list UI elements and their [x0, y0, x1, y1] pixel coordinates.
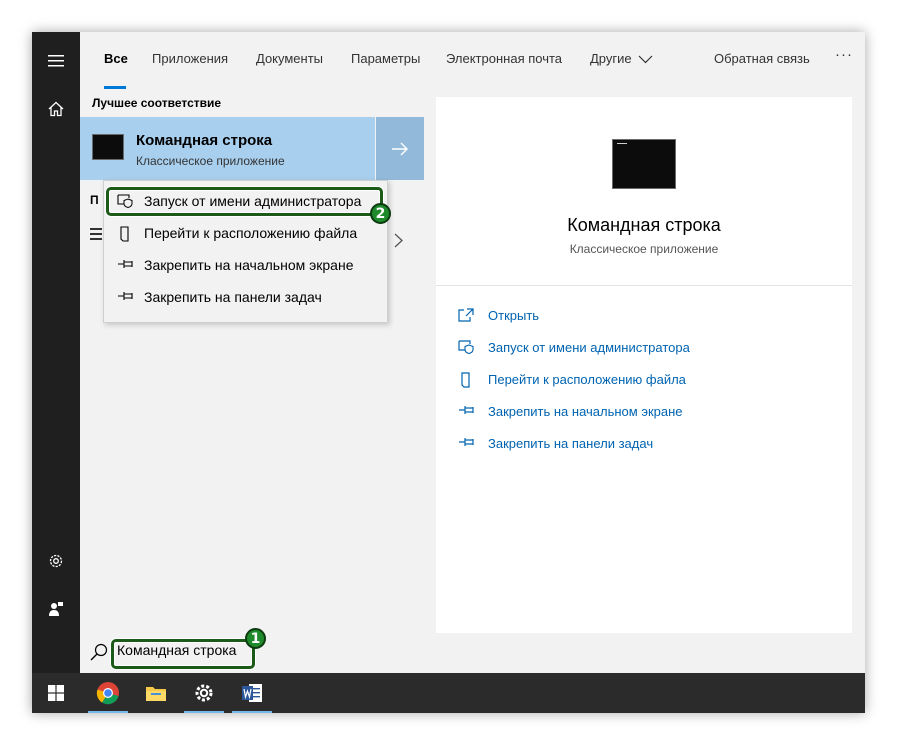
tab-more-dropdown[interactable]: Другие	[590, 51, 653, 66]
tab-all[interactable]: Все	[104, 51, 128, 66]
step-badge-1: 1	[245, 628, 266, 649]
start-button[interactable]	[32, 673, 80, 713]
hamburger-menu-button[interactable]	[32, 37, 80, 85]
pin-icon	[118, 292, 133, 300]
step-badge-2: 2	[370, 203, 391, 224]
feedback-link[interactable]: Обратная связь	[714, 51, 810, 66]
running-indicator	[88, 711, 128, 713]
gear-icon	[49, 554, 63, 568]
taskbar-chrome[interactable]	[84, 673, 132, 713]
action-open-label: Открыть	[488, 308, 540, 323]
taskbar-file-explorer[interactable]	[132, 673, 180, 713]
menu-item-label: Перейти к расположению файла	[144, 225, 358, 241]
preview-title: Командная строка	[567, 215, 721, 235]
user-feedback-icon	[49, 602, 63, 616]
search-icon	[90, 643, 108, 661]
running-indicator	[232, 711, 272, 713]
section-heading-partial: П	[90, 193, 99, 207]
pin-icon	[118, 260, 133, 268]
search-window: Все Приложения Документы Параметры Элект…	[32, 32, 865, 713]
arrow-right-icon	[392, 142, 408, 155]
command-prompt-large-icon	[612, 139, 676, 189]
word-icon	[242, 684, 262, 702]
filter-tabs: Все Приложения Документы Параметры Элект…	[80, 32, 865, 89]
windows-logo-icon	[48, 685, 64, 701]
home-icon	[48, 101, 64, 117]
pin-icon	[459, 438, 474, 446]
menu-item-pin-start[interactable]: Закрепить на начальном экране	[104, 250, 387, 280]
menu-item-label: Закрепить на начальном экране	[144, 257, 354, 273]
preview-divider	[436, 285, 852, 286]
chrome-icon	[96, 682, 119, 705]
taskbar-word[interactable]	[228, 673, 276, 713]
hamburger-icon	[48, 55, 64, 67]
command-prompt-icon	[92, 134, 124, 160]
home-button[interactable]	[32, 85, 80, 133]
preview-pane: Командная строка Классическое приложение…	[436, 97, 852, 633]
tab-email[interactable]: Электронная почта	[446, 51, 562, 66]
highlight-run-as-admin	[106, 187, 383, 216]
best-match-heading: Лучшее соответствие	[92, 96, 222, 110]
pin-icon	[459, 406, 474, 414]
best-match-subtitle: Классическое приложение	[136, 154, 285, 168]
menu-item-pin-taskbar[interactable]: Закрепить на панели задач	[104, 282, 387, 312]
taskbar	[32, 673, 865, 713]
open-icon	[458, 308, 474, 322]
menu-item-open-file-location[interactable]: Перейти к расположению файла	[104, 218, 387, 248]
taskbar-settings[interactable]	[180, 673, 228, 713]
file-explorer-icon	[146, 687, 166, 701]
tab-settings[interactable]: Параметры	[351, 51, 420, 66]
action-pin-taskbar-label: Закрепить на панели задач	[488, 436, 654, 451]
chevron-down-icon	[638, 55, 653, 64]
more-options-button[interactable]: ···	[835, 46, 853, 63]
list-icon	[90, 228, 102, 240]
left-rail	[32, 32, 80, 673]
best-match-title: Командная строка	[136, 132, 273, 149]
action-pin-start-label: Закрепить на начальном экране	[488, 404, 683, 419]
account-button[interactable]	[32, 585, 80, 633]
action-open-file-location-label: Перейти к расположению файла	[488, 372, 686, 387]
tab-documents[interactable]: Документы	[256, 51, 323, 66]
action-run-as-admin-label: Запуск от имени администратора	[488, 340, 690, 355]
open-preview-button[interactable]	[376, 117, 424, 180]
settings-button[interactable]	[32, 537, 80, 585]
preview-subtitle: Классическое приложение	[569, 242, 719, 256]
highlight-search-input	[111, 639, 255, 669]
settings-icon	[195, 684, 213, 702]
best-match-item[interactable]: Командная строка Классическое приложение	[80, 117, 375, 180]
file-location-icon	[120, 226, 129, 242]
tab-more-label: Другие	[590, 51, 632, 66]
tab-apps[interactable]: Приложения	[152, 51, 228, 66]
menu-item-label: Закрепить на панели задач	[144, 289, 322, 305]
file-location-icon	[461, 372, 470, 388]
running-indicator	[184, 711, 224, 713]
results-pane: Лучшее соответствие Командная строка Кла…	[80, 89, 425, 633]
chevron-right-icon[interactable]	[394, 233, 403, 248]
shield-icon	[458, 340, 474, 354]
